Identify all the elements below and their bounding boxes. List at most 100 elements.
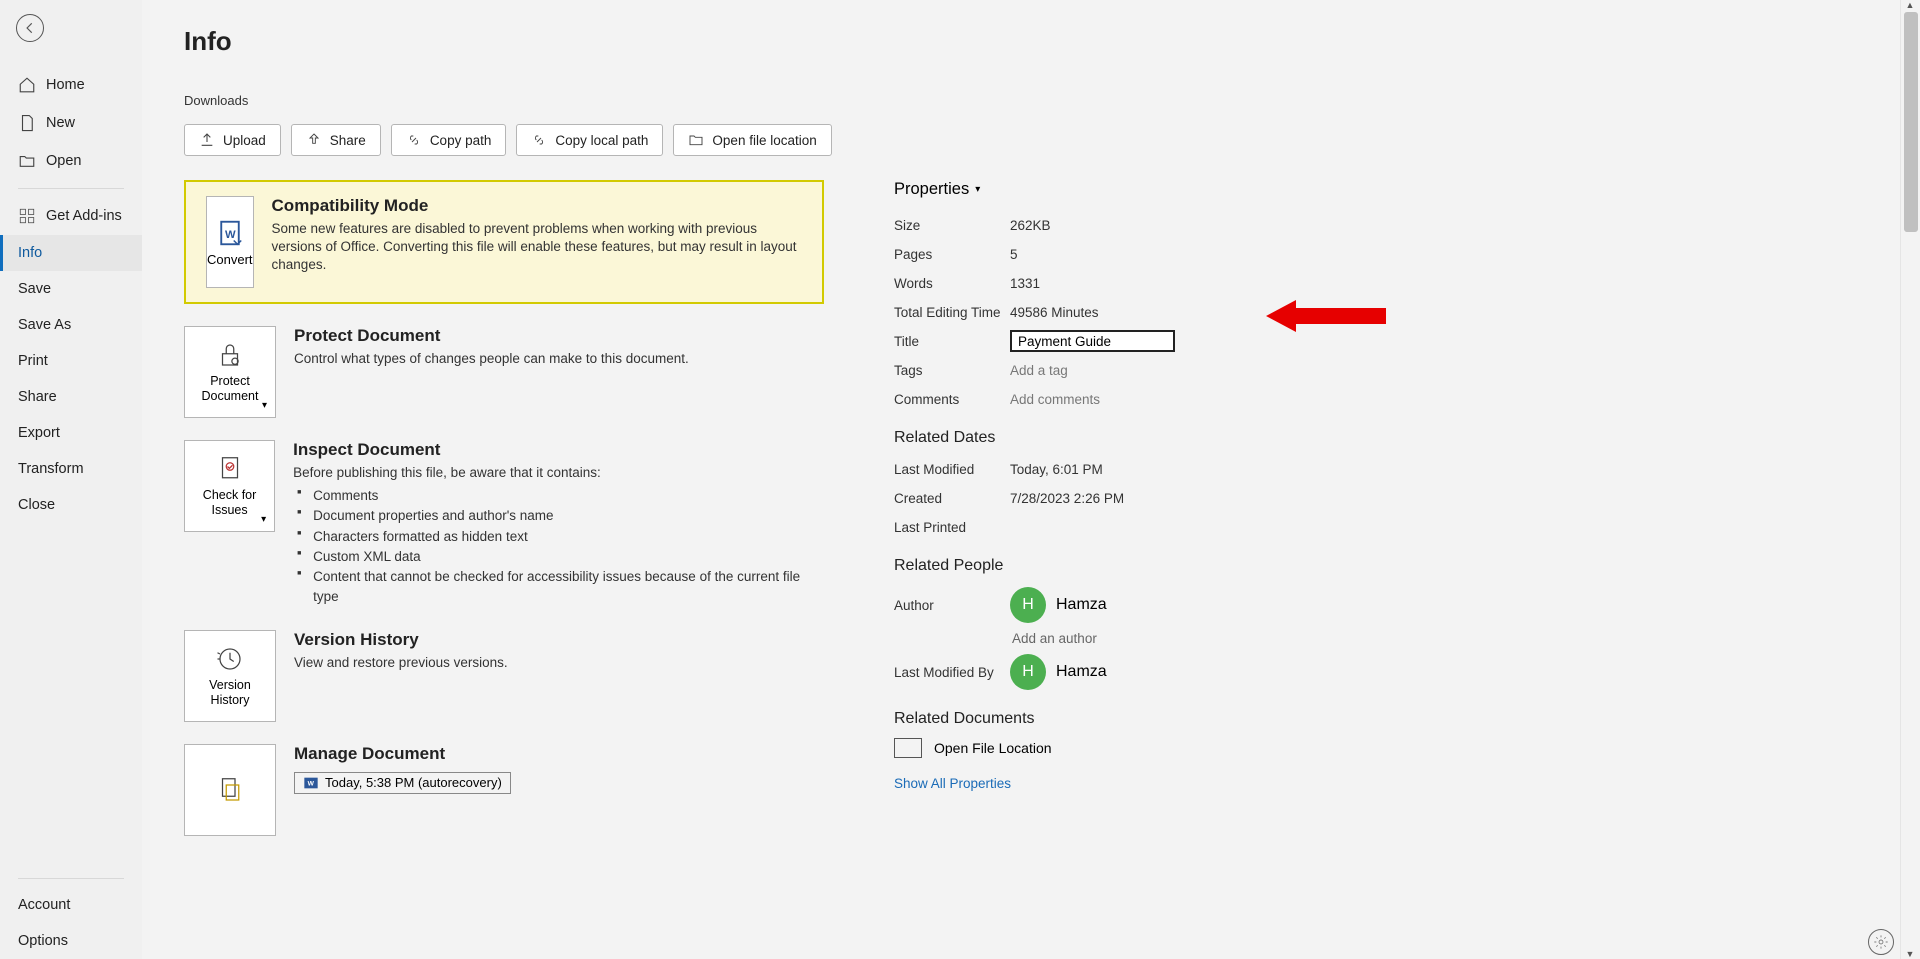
arrow-left-icon [23, 21, 37, 35]
prop-value: 262KB [1010, 218, 1051, 233]
nav-label: New [46, 115, 75, 131]
nav-label: Close [18, 497, 55, 513]
prop-key: Last Modified By [894, 665, 1010, 680]
protect-title: Protect Document [294, 326, 689, 346]
scroll-up-icon[interactable]: ▲ [1904, 0, 1916, 10]
avatar[interactable]: H [1010, 654, 1046, 690]
compat-title: Compatibility Mode [272, 196, 802, 216]
nav-new[interactable]: New [0, 104, 142, 142]
version-title: Version History [294, 630, 508, 650]
manage-doc-icon [215, 775, 245, 805]
folder-icon [894, 738, 922, 758]
show-all-properties-link[interactable]: Show All Properties [894, 776, 1011, 791]
prop-key: Size [894, 218, 1010, 233]
nav-label: Transform [18, 461, 84, 477]
main-content: Info Downloads Upload Share Copy path Co… [142, 0, 1920, 959]
copy-path-button[interactable]: Copy path [391, 124, 507, 156]
vertical-scrollbar[interactable]: ▲ ▼ [1900, 0, 1920, 959]
nav-label: Home [46, 77, 85, 93]
prop-key: Last Printed [894, 520, 1010, 535]
grid-icon [18, 207, 36, 225]
upload-icon [199, 132, 215, 148]
nav-open[interactable]: Open [0, 142, 142, 180]
word-doc-icon: W [215, 218, 245, 248]
author-name: Hamza [1056, 596, 1107, 614]
check-issues-tile[interactable]: Check for Issues ▾ [184, 440, 275, 532]
prop-key: Title [894, 334, 1010, 349]
open-file-location-link[interactable]: Open File Location [894, 738, 1394, 758]
nav-addins[interactable]: Get Add-ins [0, 197, 142, 235]
tags-field[interactable]: Add a tag [1010, 363, 1068, 378]
back-button[interactable] [16, 14, 44, 42]
button-label: Copy local path [555, 133, 648, 148]
prop-value: 7/28/2023 2:26 PM [1010, 491, 1124, 506]
avatar[interactable]: H [1010, 587, 1046, 623]
svg-text:W: W [308, 780, 315, 787]
protect-document-tile[interactable]: Protect Document ▾ [184, 326, 276, 418]
inspect-title: Inspect Document [293, 440, 824, 460]
manage-document-tile[interactable] [184, 744, 276, 836]
gear-icon [1873, 934, 1889, 950]
nav-close[interactable]: Close [0, 487, 142, 523]
autorecovery-badge[interactable]: W Today, 5:38 PM (autorecovery) [294, 772, 511, 794]
prop-value: 49586 Minutes [1010, 305, 1099, 320]
chevron-down-icon: ▾ [975, 184, 980, 195]
nav-label: Export [18, 425, 60, 441]
button-label: Copy path [430, 133, 492, 148]
settings-gear[interactable] [1868, 929, 1894, 955]
open-file-location-label: Open File Location [934, 740, 1052, 756]
nav-print[interactable]: Print [0, 343, 142, 379]
nav-transform[interactable]: Transform [0, 451, 142, 487]
version-history-tile[interactable]: Version History [184, 630, 276, 722]
prop-value: 5 [1010, 247, 1018, 262]
nav-share[interactable]: Share [0, 379, 142, 415]
add-author-field[interactable]: Add an author [1012, 631, 1394, 646]
nav-home[interactable]: Home [0, 66, 142, 104]
properties-header: Properties [894, 180, 969, 199]
word-icon: W [303, 775, 319, 791]
prop-key: Last Modified [894, 462, 1010, 477]
button-label: Upload [223, 133, 266, 148]
nav-options[interactable]: Options [0, 923, 142, 959]
prop-key: Pages [894, 247, 1010, 262]
related-people-header: Related People [894, 557, 1394, 575]
nav-export[interactable]: Export [0, 415, 142, 451]
link-icon [406, 132, 422, 148]
scroll-down-icon[interactable]: ▼ [1904, 949, 1916, 959]
comments-field[interactable]: Add comments [1010, 392, 1100, 407]
chevron-down-icon: ▾ [262, 400, 267, 411]
prop-key: Words [894, 276, 1010, 291]
location-text: Downloads [184, 93, 1920, 108]
prop-key: Created [894, 491, 1010, 506]
prop-key: Tags [894, 363, 1010, 378]
convert-tile[interactable]: W Convert [206, 196, 254, 288]
nav-account[interactable]: Account [0, 887, 142, 923]
copy-local-path-button[interactable]: Copy local path [516, 124, 663, 156]
open-file-location-button[interactable]: Open file location [673, 124, 831, 156]
separator [18, 878, 124, 879]
inspect-lead: Before publishing this file, be aware th… [293, 464, 824, 482]
inspect-list: Comments Document properties and author'… [293, 486, 824, 608]
lock-icon [215, 340, 245, 370]
related-documents-header: Related Documents [894, 710, 1394, 728]
nav-label: Save [18, 281, 51, 297]
protect-desc: Control what types of changes people can… [294, 350, 689, 368]
button-label: Open file location [712, 133, 816, 148]
share-button[interactable]: Share [291, 124, 381, 156]
prop-value: 1331 [1010, 276, 1040, 291]
link-icon [531, 132, 547, 148]
properties-dropdown[interactable]: Properties ▾ [894, 180, 980, 199]
nav-label: Save As [18, 317, 71, 333]
autorecovery-text: Today, 5:38 PM (autorecovery) [325, 775, 502, 790]
chevron-down-icon: ▾ [261, 514, 266, 525]
inspect-item: Characters formatted as hidden text [293, 527, 824, 547]
scroll-thumb[interactable] [1904, 12, 1918, 232]
nav-save[interactable]: Save [0, 271, 142, 307]
upload-button[interactable]: Upload [184, 124, 281, 156]
title-input[interactable] [1010, 330, 1175, 352]
nav-label: Account [18, 897, 70, 913]
inspect-item: Document properties and author's name [293, 506, 824, 526]
nav-info[interactable]: Info [0, 235, 142, 271]
nav-label: Info [18, 245, 42, 261]
nav-saveas[interactable]: Save As [0, 307, 142, 343]
